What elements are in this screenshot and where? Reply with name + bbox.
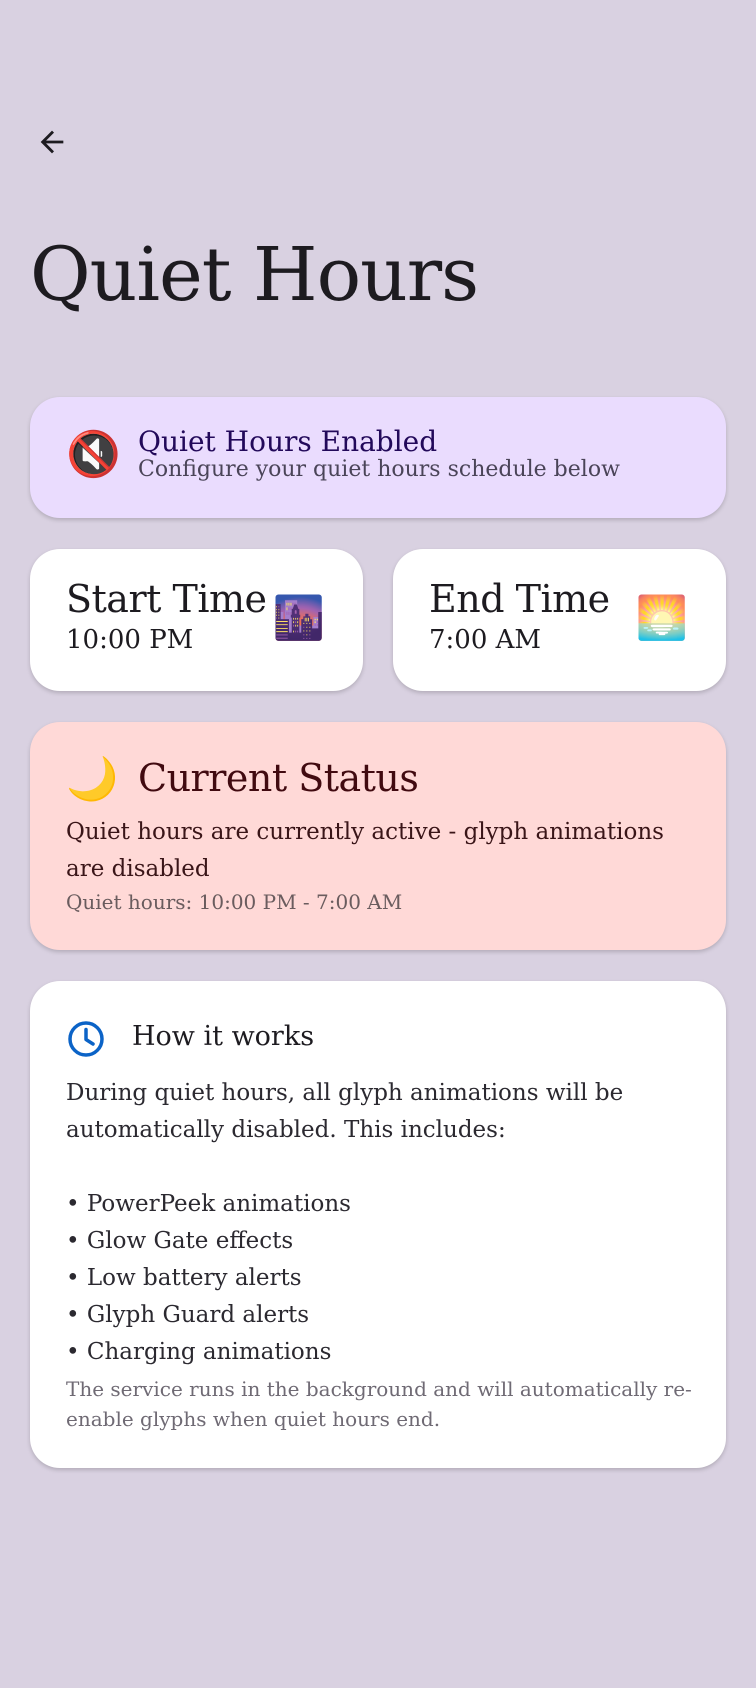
banner-title: Quiet Hours Enabled [138,425,438,458]
page-title: Quiet Hours [30,232,479,318]
start-time-card[interactable]: Start Time 10:00 PM 🌆 [30,549,363,691]
how-it-works-footer: The service runs in the background and w… [66,1377,692,1431]
end-time-value: 7:00 AM [429,625,542,655]
end-time-label: End Time [429,577,610,621]
how-it-works-card: How it works During quiet hours, all gly… [30,981,726,1468]
back-button[interactable] [30,120,74,164]
sunrise-icon: 🌅 [635,593,688,642]
feature-list: PowerPeek animations Glow Gate effects L… [66,1186,351,1371]
list-item: Glow Gate effects [66,1223,351,1260]
night-city-icon: 🌆 [272,593,325,642]
muted-speaker-icon: 🔇 [66,429,121,480]
crescent-moon-icon: 🌙 [66,754,119,803]
current-status-card: 🌙 Current Status Quiet hours are current… [30,722,726,950]
banner-subtitle: Configure your quiet hours schedule belo… [138,457,620,482]
quiet-hours-enabled-banner: 🔇 Quiet Hours Enabled Configure your qui… [30,397,726,518]
clock-icon [68,1021,104,1057]
list-item: Glyph Guard alerts [66,1297,351,1334]
list-item: Low battery alerts [66,1260,351,1297]
arrow-left-icon [40,130,64,154]
status-title: Current Status [138,756,419,800]
how-it-works-title: How it works [132,1021,315,1052]
list-item: PowerPeek animations [66,1186,351,1223]
how-it-works-intro: During quiet hours, all glyph animations… [66,1080,624,1143]
list-item: Charging animations [66,1334,351,1371]
status-range: Quiet hours: 10:00 PM - 7:00 AM [66,890,403,914]
start-time-value: 10:00 PM [66,625,194,655]
status-message: Quiet hours are currently active - glyph… [66,819,664,882]
end-time-card[interactable]: End Time 7:00 AM 🌅 [393,549,726,691]
start-time-label: Start Time [66,577,267,621]
